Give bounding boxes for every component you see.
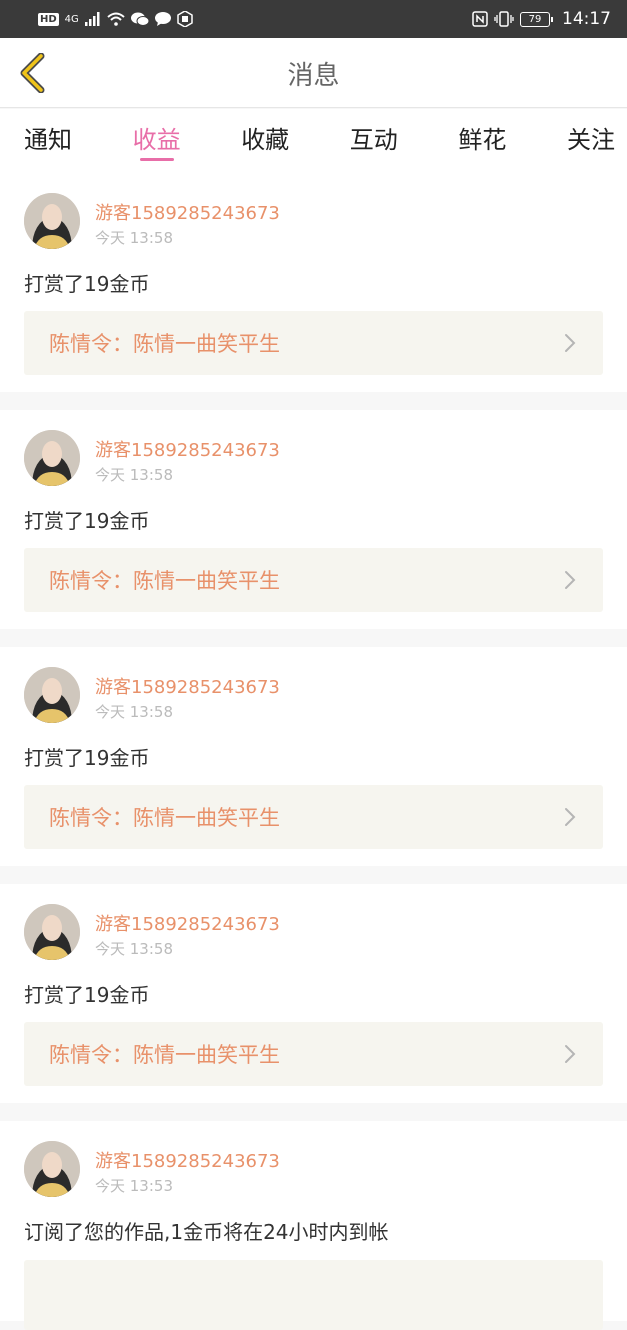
work-link[interactable]: 陈情令：陈情一曲笑平生: [24, 785, 603, 849]
tab-flowers[interactable]: 鲜花: [458, 109, 506, 173]
avatar-image: [24, 193, 80, 249]
work-title: 陈情令：陈情一曲笑平生: [49, 569, 280, 593]
chevron-right-icon: [565, 334, 576, 352]
status-bar-left: HD 4G: [38, 11, 193, 27]
timestamp: 今天 13:58: [95, 229, 173, 247]
chevron-right-icon: [565, 571, 576, 589]
chat-bubble-icon: [154, 12, 171, 26]
work-title: 陈情令：陈情一曲笑平生: [49, 806, 280, 830]
message-list: 游客1589285243673 今天 13:58 打赏了19金币 陈情令：陈情一…: [0, 173, 627, 1330]
message-card: 游客1589285243673 今天 13:58 打赏了19金币 陈情令：陈情一…: [0, 410, 627, 629]
avatar[interactable]: [24, 1141, 80, 1197]
username[interactable]: 游客1589285243673: [95, 199, 280, 225]
status-bar-right: 79 14:17: [472, 9, 611, 29]
status-bar: HD 4G 79 14:17: [0, 0, 627, 38]
chevron-left-icon: [20, 53, 45, 93]
timestamp: 今天 13:53: [95, 1177, 173, 1195]
chevron-right-icon: [565, 808, 576, 826]
work-link[interactable]: 陈情令：陈情一曲笑平生: [24, 1022, 603, 1086]
username[interactable]: 游客1589285243673: [95, 910, 280, 936]
message-text: 打赏了19金币: [24, 272, 150, 296]
work-link[interactable]: [24, 1260, 603, 1330]
tab-interactions[interactable]: 互动: [350, 109, 398, 173]
page-title: 消息: [287, 60, 340, 91]
timestamp: 今天 13:58: [95, 466, 173, 484]
avatar-image: [24, 667, 80, 723]
timestamp: 今天 13:58: [95, 703, 173, 721]
message-card: 游客1589285243673 今天 13:58 打赏了19金币 陈情令：陈情一…: [0, 884, 627, 1103]
username[interactable]: 游客1589285243673: [95, 673, 280, 699]
nfc-icon: [472, 11, 488, 27]
tab-notifications[interactable]: 通知: [24, 109, 72, 173]
tab-follows[interactable]: 关注: [567, 109, 615, 173]
timestamp: 今天 13:58: [95, 940, 173, 958]
message-card: 游客1589285243673 今天 13:53 订阅了您的作品,1金币将在24…: [0, 1121, 627, 1330]
username[interactable]: 游客1589285243673: [95, 1147, 280, 1173]
work-link[interactable]: 陈情令：陈情一曲笑平生: [24, 548, 603, 612]
work-title: 陈情令：陈情一曲笑平生: [49, 332, 280, 356]
tab-favorites[interactable]: 收藏: [241, 109, 289, 173]
avatar[interactable]: [24, 904, 80, 960]
message-text: 打赏了19金币: [24, 746, 150, 770]
signal-icon: [84, 12, 100, 26]
clock: 14:17: [562, 9, 611, 29]
work-link[interactable]: 陈情令：陈情一曲笑平生: [24, 311, 603, 375]
work-title: 陈情令：陈情一曲笑平生: [49, 1043, 280, 1067]
message-card: 游客1589285243673 今天 13:58 打赏了19金币 陈情令：陈情一…: [0, 173, 627, 392]
wifi-icon: [107, 12, 125, 26]
battery-indicator: 79: [520, 11, 553, 27]
avatar-image: [24, 430, 80, 486]
hd-badge: HD: [38, 12, 59, 26]
avatar[interactable]: [24, 193, 80, 249]
message-text: 订阅了您的作品,1金币将在24小时内到帐: [24, 1220, 389, 1244]
app-icon: [177, 11, 193, 27]
category-tabs: 通知 收益 收藏 互动 鲜花 关注: [0, 109, 627, 173]
message-text: 打赏了19金币: [24, 983, 150, 1007]
back-button[interactable]: [10, 50, 54, 96]
wechat-icon: [130, 12, 149, 26]
message-text: 打赏了19金币: [24, 509, 150, 533]
nav-bar: 消息: [0, 38, 627, 108]
avatar[interactable]: [24, 667, 80, 723]
avatar-image: [24, 904, 80, 960]
message-card: 游客1589285243673 今天 13:58 打赏了19金币 陈情令：陈情一…: [0, 647, 627, 866]
avatar[interactable]: [24, 430, 80, 486]
username[interactable]: 游客1589285243673: [95, 436, 280, 462]
vibrate-icon: [494, 11, 514, 27]
avatar-image: [24, 1141, 80, 1197]
network-label: 4G: [64, 13, 79, 25]
chevron-right-icon: [565, 1045, 576, 1063]
tab-earnings[interactable]: 收益: [133, 109, 181, 173]
